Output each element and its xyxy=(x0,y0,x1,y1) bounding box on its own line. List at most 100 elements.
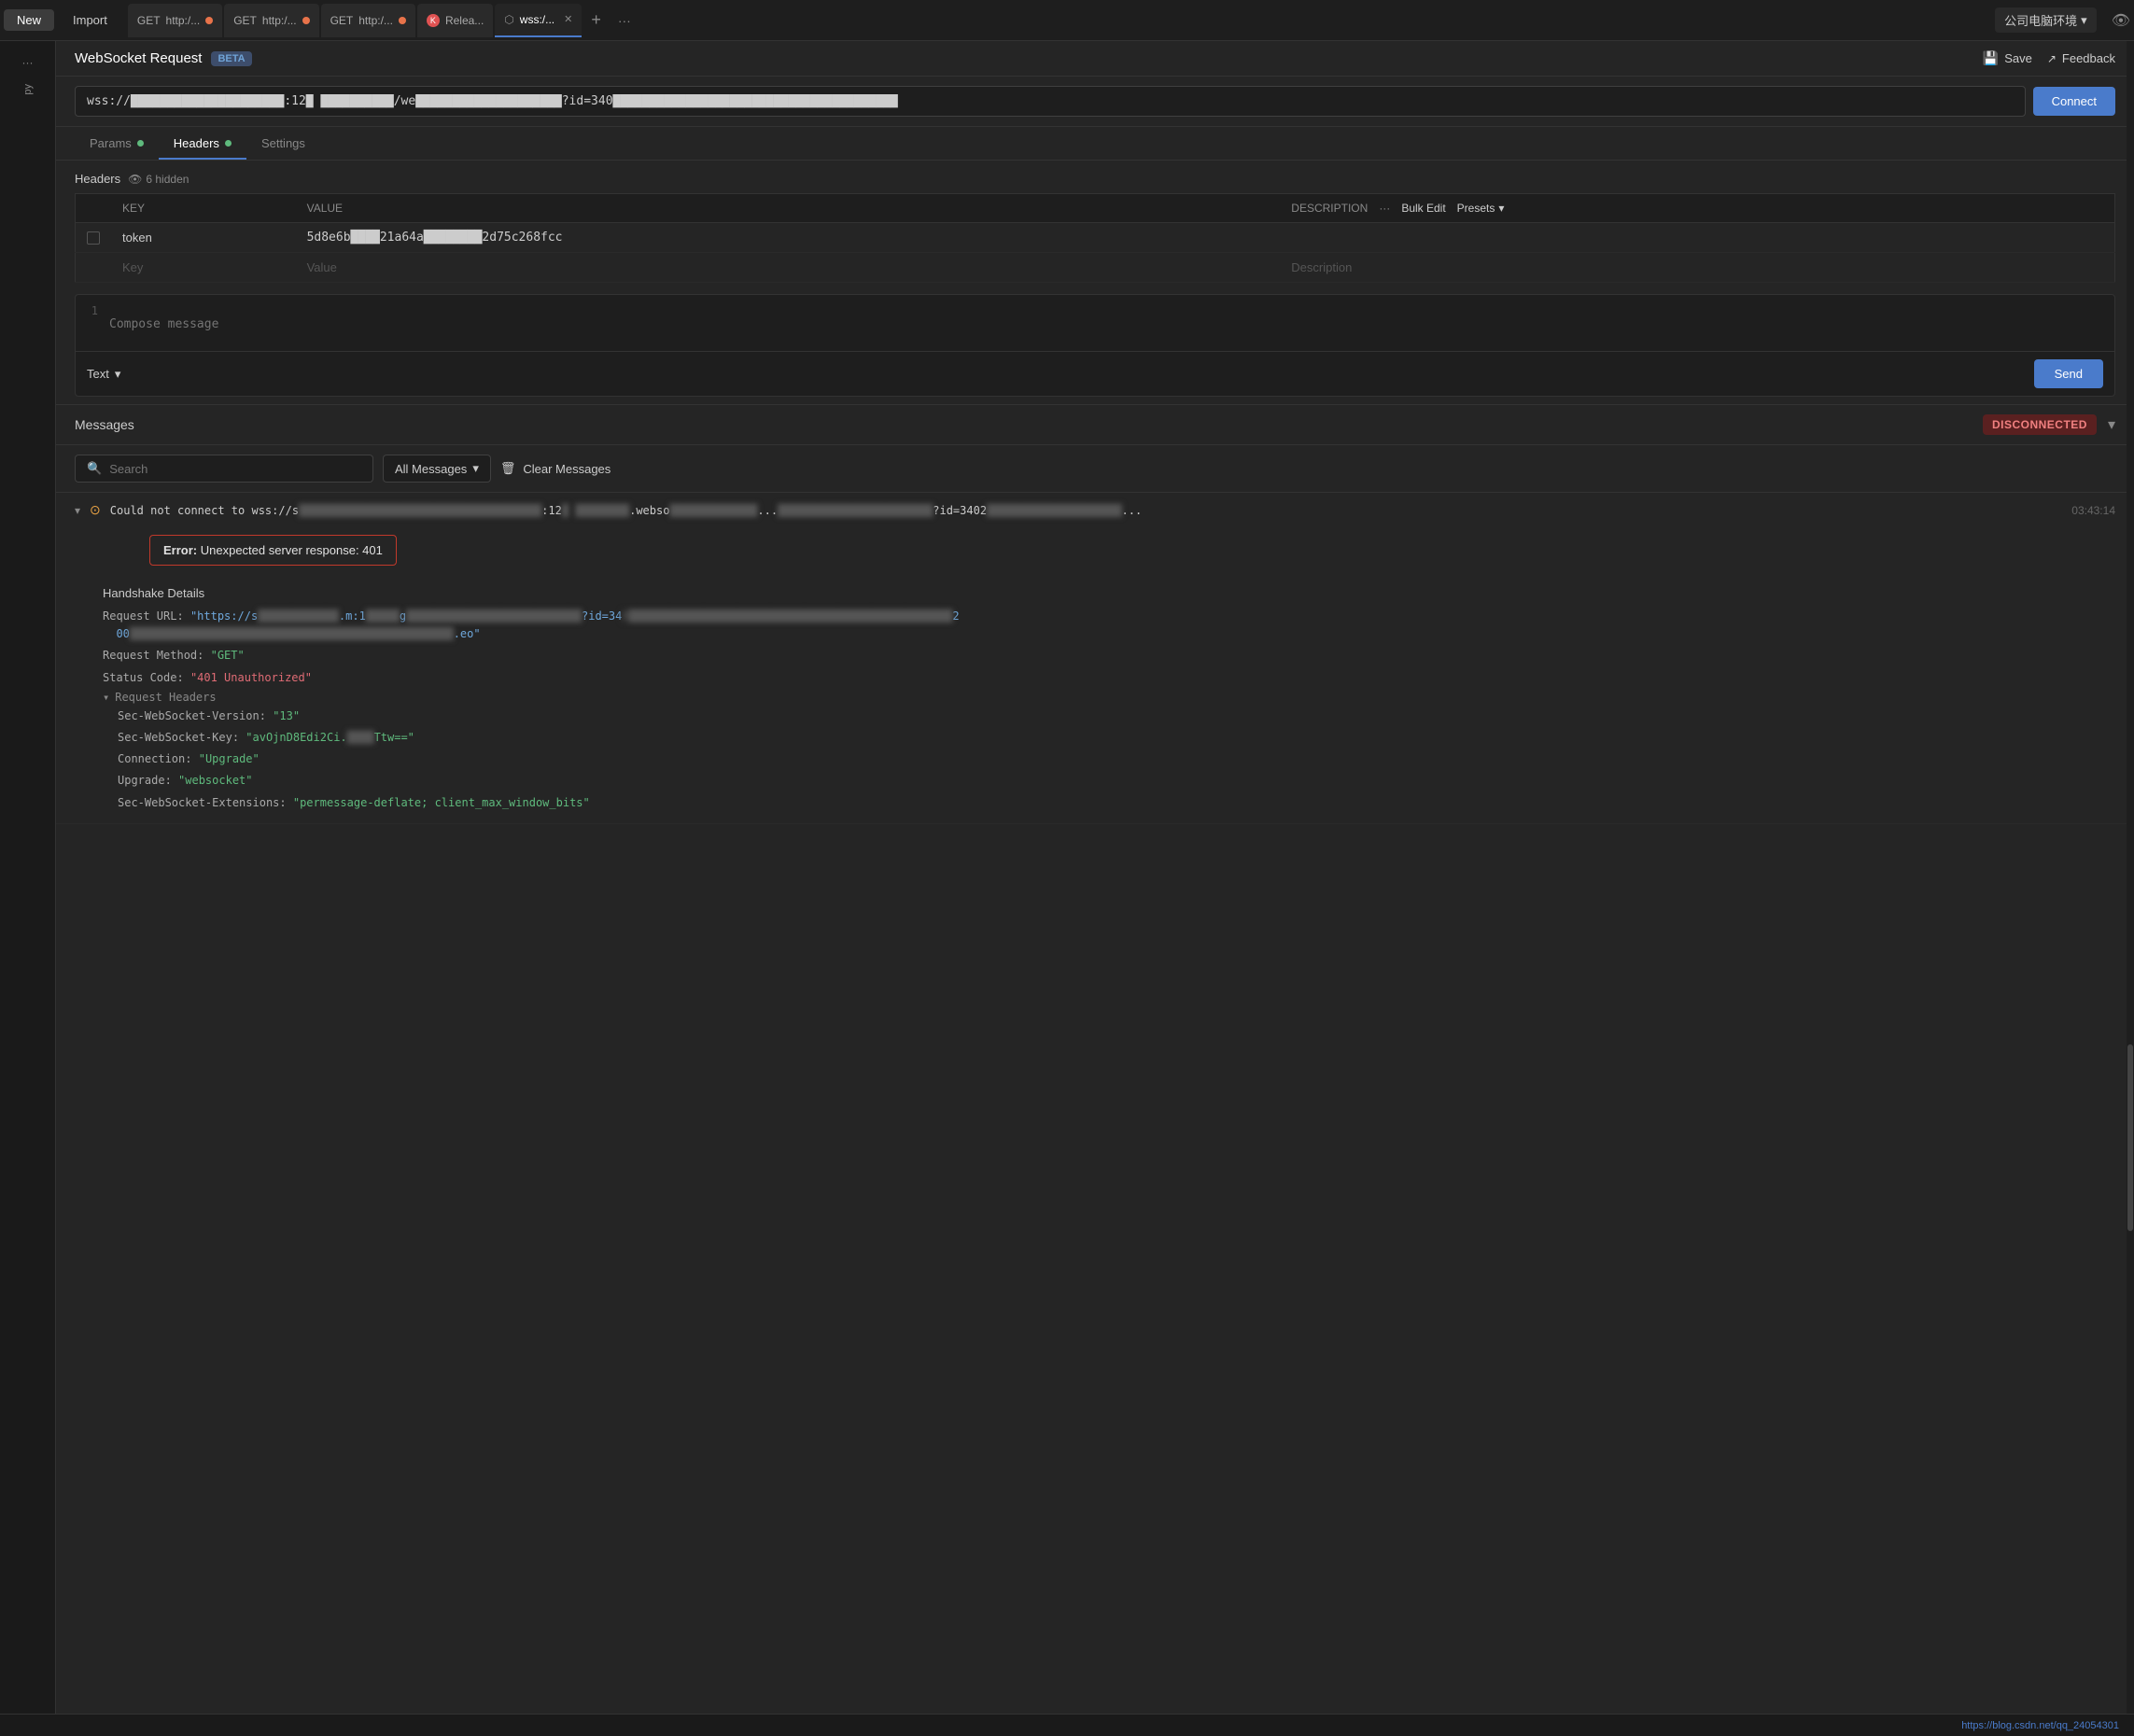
ws-version-row: Sec-WebSocket-Version: "13" xyxy=(118,707,2115,725)
tab-method-label: GET xyxy=(233,14,257,27)
error-bold-label: Error: xyxy=(163,543,197,557)
arrow-icon: ↗ xyxy=(2047,52,2057,65)
composer-footer: Text ▾ Send xyxy=(76,351,2114,396)
headers-title: Headers xyxy=(75,172,120,186)
tab-status-dot xyxy=(399,17,406,24)
request-headers-toggle[interactable]: ▾ Request Headers xyxy=(103,691,2115,704)
req-headers-chevron-icon: ▾ xyxy=(103,691,109,704)
status-bar: https://blog.csdn.net/qq_24054301 xyxy=(0,1714,2134,1736)
url-bar: Connect xyxy=(56,77,2134,127)
messages-section: Messages DISCONNECTED ▾ 🔍 All Messages ▾… xyxy=(56,404,2134,1736)
env-dropdown[interactable]: 公司电脑环境 ▾ xyxy=(1995,7,2097,33)
presets-button[interactable]: Presets ▾ xyxy=(1457,202,1505,215)
line-number: 1 xyxy=(76,302,109,343)
search-icon: 🔍 xyxy=(87,461,102,476)
header-actions: 💾 Save ↗ Feedback xyxy=(1983,50,2115,66)
env-label: 公司电脑环境 xyxy=(2004,11,2077,29)
status-url: https://blog.csdn.net/qq_24054301 xyxy=(1961,1720,2119,1731)
send-button[interactable]: Send xyxy=(2034,359,2103,388)
clear-label: Clear Messages xyxy=(523,462,611,476)
empty-key-cell[interactable]: Key xyxy=(111,253,296,283)
row-checkbox[interactable] xyxy=(87,231,100,245)
new-tab-button[interactable]: New xyxy=(4,9,54,31)
sidebar-more-button[interactable]: ··· xyxy=(22,56,34,69)
ws-version-label: Sec-WebSocket-Version: xyxy=(118,709,266,722)
connection-row: Connection: "Upgrade" xyxy=(118,750,2115,768)
message-text: Could not connect to wss://s████████████… xyxy=(110,504,2063,517)
tab-url-label: http:/... xyxy=(358,14,393,27)
beta-badge: BETA xyxy=(211,51,251,66)
status-code-label: Status Code: xyxy=(103,671,184,684)
clear-messages-button[interactable]: 🗑 Clear Messages xyxy=(500,461,611,476)
request-method-row: Request Method: "GET" xyxy=(103,647,2115,665)
th-description: DESCRIPTION ··· Bulk Edit Presets ▾ xyxy=(1280,194,2114,223)
filter-button[interactable]: All Messages ▾ xyxy=(383,455,491,483)
message-type-button[interactable]: Text ▾ xyxy=(87,367,120,382)
ws-extensions-label: Sec-WebSocket-Extensions: xyxy=(118,796,287,809)
bulk-edit-button[interactable]: Bulk Edit xyxy=(1401,202,1445,215)
tab-close-button[interactable]: ✕ xyxy=(564,13,572,25)
headers-table: KEY VALUE DESCRIPTION ··· Bulk Edit Pres… xyxy=(75,193,2115,283)
tab-get2[interactable]: GET http:/... xyxy=(224,4,318,37)
connect-button[interactable]: Connect xyxy=(2033,87,2115,116)
tab-url-label: http:/... xyxy=(262,14,297,27)
handshake-details: Handshake Details Request URL: "https://… xyxy=(56,579,2134,823)
header-value-cell[interactable]: 5d8e6b████21a64a████████2d75c268fcc xyxy=(296,223,1281,253)
messages-header-right: DISCONNECTED ▾ xyxy=(1983,414,2115,435)
add-tab-button[interactable]: + xyxy=(583,10,609,30)
save-button[interactable]: 💾 Save xyxy=(1983,50,2032,66)
tab-url-label: http:/... xyxy=(166,14,201,27)
headers-dot xyxy=(225,140,232,147)
eye-icon[interactable]: 👁 xyxy=(2112,11,2130,30)
message-time: 03:43:14 xyxy=(2071,504,2115,517)
ws-key-value: "avOjnD8Edi2Ci.████Ttw==" xyxy=(246,731,414,744)
url-input[interactable] xyxy=(75,86,2026,117)
empty-value-cell[interactable]: Value xyxy=(296,253,1281,283)
import-button[interactable]: Import xyxy=(60,9,120,31)
search-input[interactable] xyxy=(109,462,361,476)
th-more-button[interactable]: ··· xyxy=(1379,202,1390,215)
feedback-button[interactable]: ↗ Feedback xyxy=(2047,51,2115,65)
feedback-label: Feedback xyxy=(2062,51,2115,65)
tab-status-dot xyxy=(302,17,310,24)
header-key-cell[interactable]: token xyxy=(111,223,296,253)
upgrade-label: Upgrade: xyxy=(118,774,172,787)
presets-label: Presets xyxy=(1457,202,1495,215)
req-headers-label: Request Headers xyxy=(115,691,216,704)
tab-method-label: GET xyxy=(137,14,161,27)
tab-wss[interactable]: ⬡ wss:/... ✕ xyxy=(495,4,582,37)
tab-settings[interactable]: Settings xyxy=(246,127,320,160)
tab-get3[interactable]: GET http:/... xyxy=(321,4,415,37)
messages-header: Messages DISCONNECTED ▾ xyxy=(56,405,2134,445)
messages-toolbar: 🔍 All Messages ▾ 🗑 Clear Messages xyxy=(56,445,2134,493)
connection-label: Connection: xyxy=(118,752,191,765)
collapse-messages-button[interactable]: ▾ xyxy=(2108,415,2115,434)
status-code-row: Status Code: "401 Unauthorized" xyxy=(103,669,2115,687)
filter-label: All Messages xyxy=(395,462,467,476)
error-box: Error: Unexpected server response: 401 xyxy=(149,535,397,566)
warning-icon: ⊙ xyxy=(90,502,101,518)
message-composer: 1 Text ▾ Send xyxy=(75,294,2115,397)
scrollbar-thumb[interactable] xyxy=(2127,1044,2133,1231)
tab-relea[interactable]: K Relea... xyxy=(417,4,493,37)
tab-params[interactable]: Params xyxy=(75,127,159,160)
error-box-container: Error: Unexpected server response: 401 xyxy=(56,527,2134,579)
hidden-count-label: 6 hidden xyxy=(146,173,189,186)
description-label: DESCRIPTION xyxy=(1291,202,1368,215)
request-tabs: Params Headers Settings xyxy=(56,127,2134,161)
row-checkbox-cell[interactable] xyxy=(76,223,112,253)
compose-message-input[interactable] xyxy=(109,302,2114,343)
more-tabs-button[interactable]: ··· xyxy=(611,13,639,28)
tab-get1[interactable]: GET http:/... xyxy=(128,4,222,37)
table-row-empty: Key Value Description xyxy=(76,253,2115,283)
request-headers-content: Sec-WebSocket-Version: "13" Sec-WebSocke… xyxy=(103,707,2115,812)
headers-panel: Headers 👁 6 hidden KEY VALUE DESCRIPTION xyxy=(56,161,2134,294)
message-header-row[interactable]: ▾ ⊙ Could not connect to wss://s████████… xyxy=(56,493,2134,527)
empty-desc-cell[interactable]: Description xyxy=(1280,253,2114,283)
vertical-scrollbar[interactable] xyxy=(2127,41,2134,1714)
chevron-down-icon: ▾ xyxy=(2081,13,2087,28)
request-method-label: Request Method: xyxy=(103,649,204,662)
header-desc-cell[interactable] xyxy=(1280,223,2114,253)
empty-checkbox-cell xyxy=(76,253,112,283)
tab-headers[interactable]: Headers xyxy=(159,127,246,160)
